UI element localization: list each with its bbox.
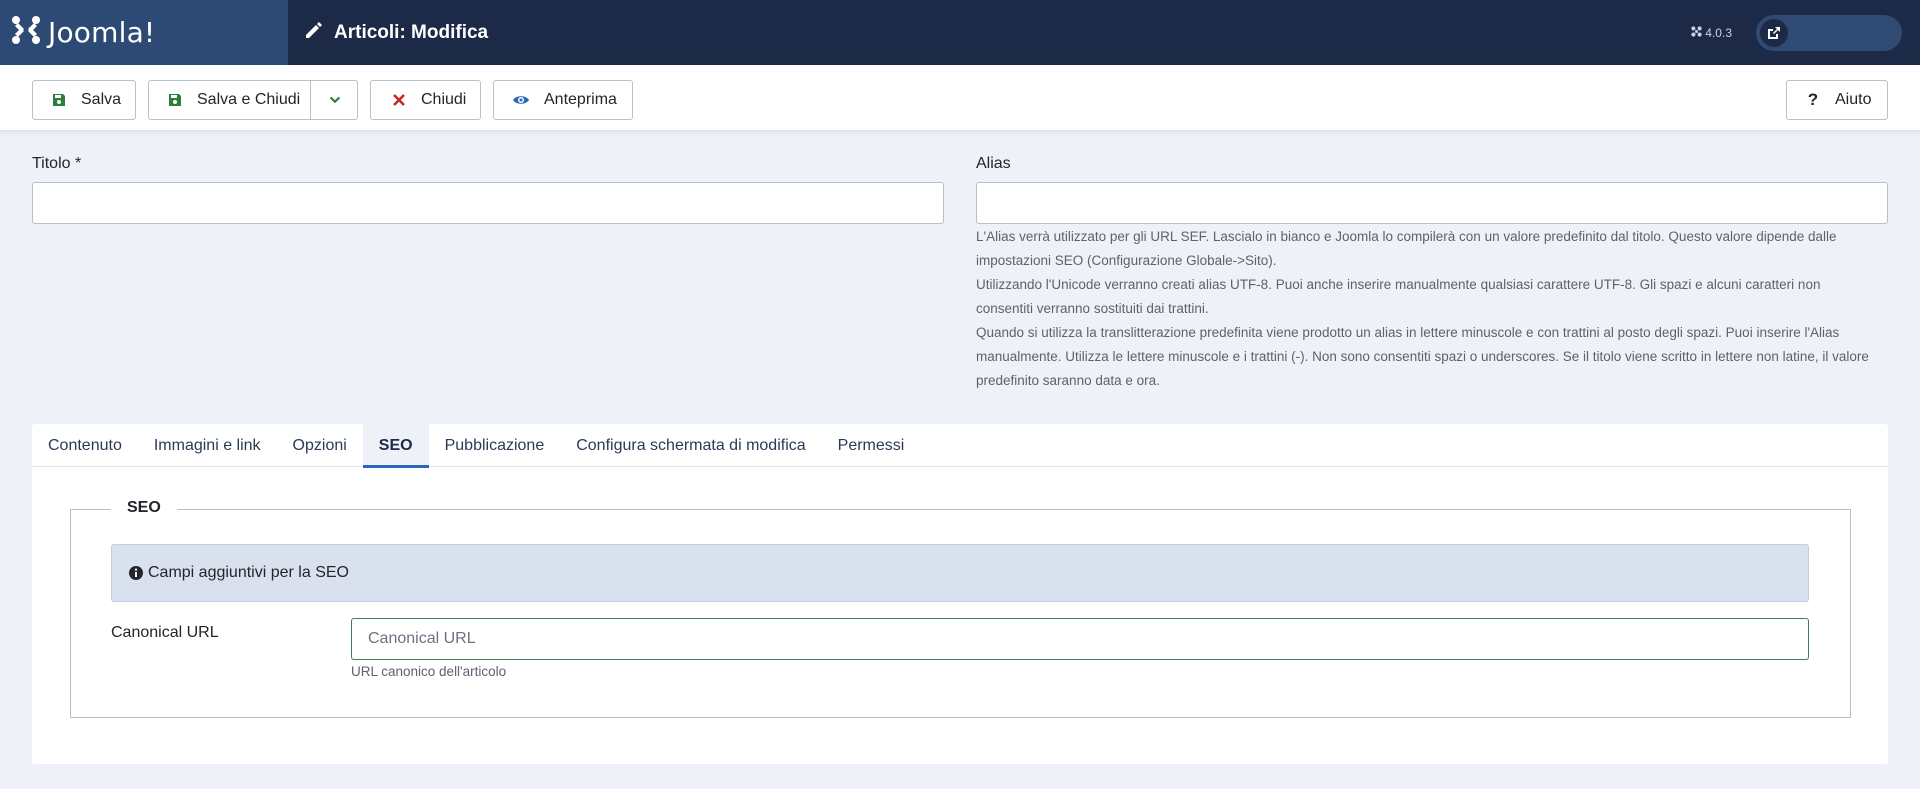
- alias-input[interactable]: [976, 182, 1888, 224]
- save-close-button[interactable]: Salva e Chiudi: [197, 91, 300, 109]
- tab-configura-schermata[interactable]: Configura schermata di modifica: [560, 424, 821, 467]
- info-icon: [128, 565, 148, 581]
- tab-immagini-e-link[interactable]: Immagini e link: [138, 424, 277, 467]
- question-icon: ?: [1807, 90, 1819, 109]
- canonical-url-label: Canonical URL: [111, 624, 219, 641]
- app-header: Joomla! Articoli: Modifica 4.0.3: [0, 0, 1920, 65]
- tabs-card: Contenuto Immagini e link Opzioni SEO Pu…: [32, 424, 1888, 764]
- brand-name: Joomla!: [48, 16, 156, 49]
- chevron-down-icon: [328, 93, 342, 107]
- preview-button[interactable]: Anteprima: [493, 80, 633, 120]
- alert-text: Campi aggiuntivi per la SEO: [148, 564, 349, 581]
- seo-info-alert: Campi aggiuntivi per la SEO: [111, 544, 1809, 602]
- joomla-logo[interactable]: Joomla!: [0, 0, 288, 65]
- help-label: Aiuto: [1835, 91, 1872, 108]
- eye-icon: [512, 92, 530, 108]
- alias-help-paragraph: L'Alias verrà utilizzato per gli URL SEF…: [976, 229, 1837, 268]
- save-button[interactable]: Salva: [32, 80, 136, 120]
- joomla-small-icon: [1691, 25, 1705, 40]
- tab-contenuto[interactable]: Contenuto: [32, 424, 138, 467]
- alias-help-paragraph: Quando si utilizza la translitterazione …: [976, 325, 1869, 388]
- floppy-icon: [167, 92, 183, 108]
- alias-label: Alias: [976, 155, 1011, 172]
- page-title: Articoli: Modifica: [334, 21, 489, 43]
- tab-opzioni[interactable]: Opzioni: [277, 424, 363, 467]
- floppy-icon: [51, 92, 67, 108]
- alias-help-text: L'Alias verrà utilizzato per gli URL SEF…: [976, 225, 1876, 393]
- save-options-dropdown[interactable]: [311, 81, 358, 119]
- save-close-group: Salva e Chiudi: [148, 80, 358, 120]
- version-text: 4.0.3: [1705, 25, 1732, 40]
- tab-permessi[interactable]: Permessi: [822, 424, 921, 467]
- seo-fieldset: SEO Campi aggiuntivi per la SEO Canonica…: [70, 499, 1851, 718]
- tab-seo[interactable]: SEO: [362, 424, 429, 468]
- tab-bar: Contenuto Immagini e link Opzioni SEO Pu…: [32, 424, 1888, 468]
- joomla-icon: [10, 14, 42, 51]
- alias-help-paragraph: Utilizzando l'Unicode verranno creati al…: [976, 277, 1821, 316]
- help-button[interactable]: ? Aiuto: [1786, 80, 1888, 120]
- preview-label: Anteprima: [544, 91, 617, 108]
- canonical-url-input[interactable]: [351, 618, 1809, 660]
- tab-pubblicazione[interactable]: Pubblicazione: [429, 424, 561, 467]
- pencil-icon: [304, 20, 324, 45]
- save-label: Salva: [81, 91, 122, 108]
- version-badge: 4.0.3: [1691, 26, 1732, 40]
- x-icon: [391, 92, 407, 108]
- seo-legend: SEO: [111, 499, 177, 517]
- external-link-icon: [1760, 18, 1788, 47]
- close-button[interactable]: Chiudi: [370, 80, 481, 120]
- canonical-url-help: URL canonico dell'articolo: [351, 664, 507, 679]
- toolbar: Salva Salva e Chiudi Chiudi Anteprima ? …: [0, 65, 1920, 131]
- close-label: Chiudi: [421, 91, 467, 108]
- title-label: Titolo *: [32, 155, 82, 172]
- view-site-button[interactable]: [1756, 14, 1902, 51]
- title-input[interactable]: [32, 182, 944, 224]
